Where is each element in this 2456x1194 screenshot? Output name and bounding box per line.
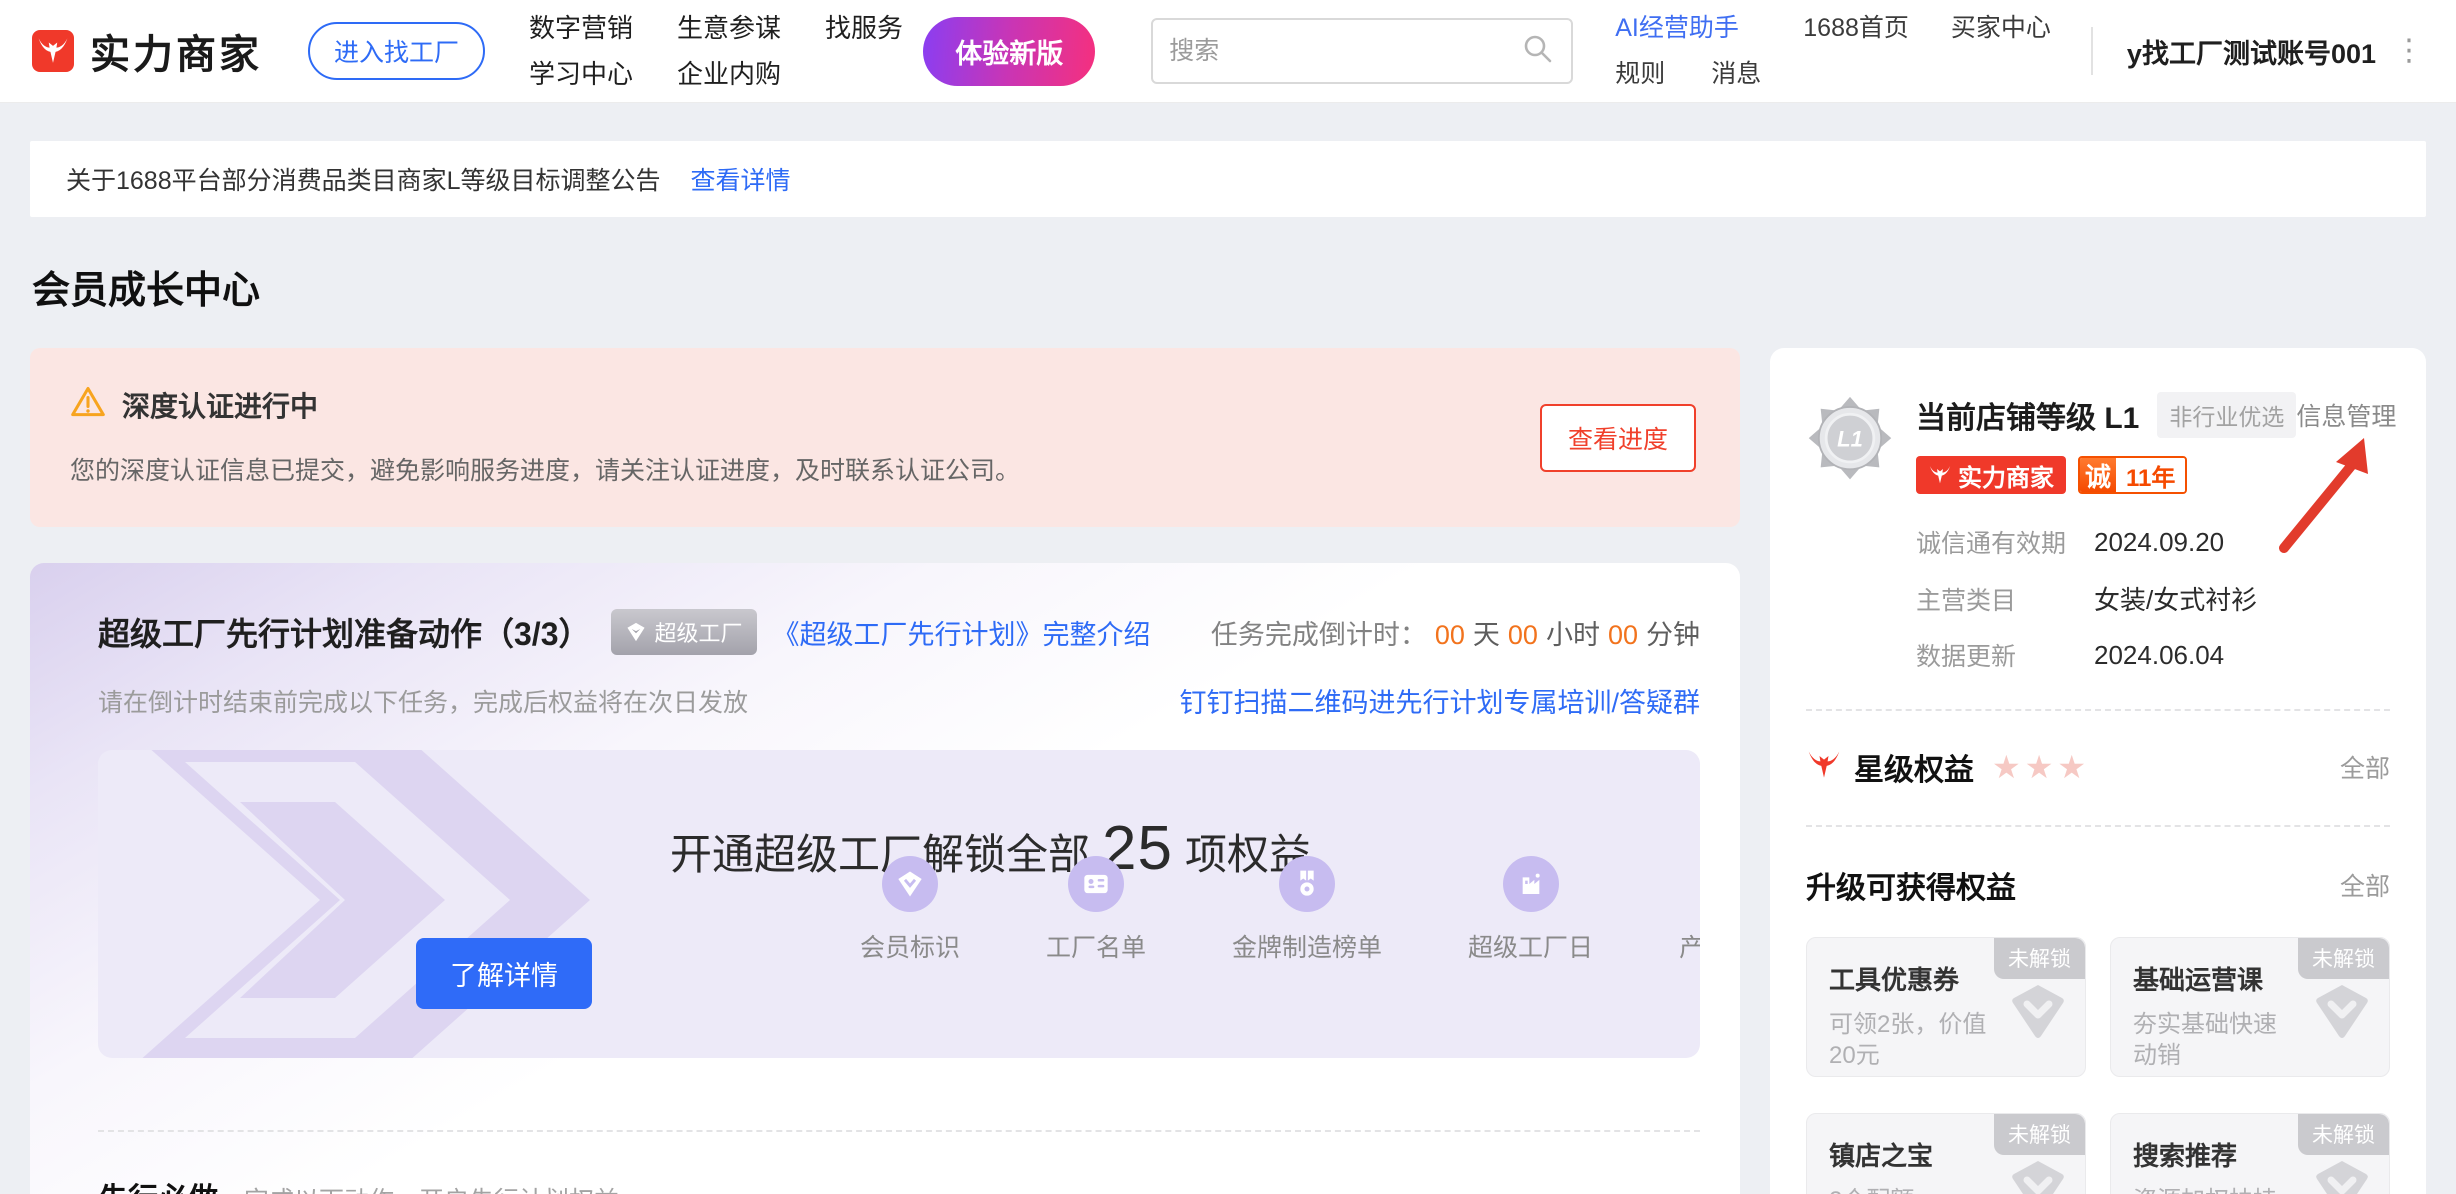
shop-level-panel: L1 当前店铺等级 L1 非行业优选 信息管理 实力商家 bbox=[1770, 348, 2426, 1194]
search-input[interactable] bbox=[1169, 37, 1521, 66]
countdown: 任务完成倒计时：00天00小时00分钟 bbox=[1211, 613, 1700, 652]
star-benefits-title: 星级权益 bbox=[1854, 745, 1974, 789]
sidebar-divider-2 bbox=[1806, 825, 2390, 827]
logo-title: 实力商家 bbox=[90, 22, 262, 80]
link-ai-assistant[interactable]: AI经营助手 bbox=[1615, 11, 1761, 45]
factory-day-icon bbox=[1503, 856, 1559, 912]
header-links: AI经营助手 规则 消息 1688首页 买家中心 bbox=[1615, 11, 2051, 91]
super-factory-badge-label: 超级工厂 bbox=[655, 616, 743, 648]
svg-text:L1: L1 bbox=[1837, 426, 1863, 451]
alert-body: 您的深度认证信息已提交，避免影响服务进度，请关注认证进度，及时联系认证公司。 bbox=[70, 451, 1700, 487]
factory-list-icon bbox=[1068, 856, 1124, 912]
nav-business-advisor[interactable]: 生意参谋 bbox=[677, 11, 781, 45]
link-rules[interactable]: 规则 bbox=[1615, 57, 1665, 91]
benefit-card-tool-coupon[interactable]: 未解锁 工具优惠券 可领2张，价值20元 bbox=[1806, 937, 2086, 1077]
benefit-icons-row: 会员标识 工厂名单 金牌制造榜单 bbox=[860, 856, 1700, 964]
super-factory-badge: 超级工厂 bbox=[611, 609, 757, 655]
annotation-arrow bbox=[2264, 430, 2384, 565]
view-progress-button[interactable]: 查看进度 bbox=[1540, 404, 1696, 472]
locked-shield-icon bbox=[2313, 982, 2371, 1045]
super-factory-watermark-icon bbox=[98, 750, 620, 1058]
unlock-benefits-banner: 开通超级工厂解锁全部25项权益 了解详情 会员标识 bbox=[98, 750, 1700, 1058]
more-menu-icon[interactable]: ⋮ bbox=[2394, 36, 2424, 66]
sidebar-divider bbox=[1806, 709, 2390, 711]
member-badge-icon bbox=[882, 856, 938, 912]
upgrade-benefits-title: 升级可获得权益 bbox=[1806, 863, 2016, 907]
info-row-category: 主营类目 女装/女式衬衫 bbox=[1916, 580, 2390, 617]
search-icon[interactable] bbox=[1521, 32, 1555, 71]
account-menu[interactable]: y找工厂测试账号001 ⋮ bbox=[2127, 32, 2424, 71]
nav-enterprise-purchase[interactable]: 企业内购 bbox=[677, 57, 781, 91]
dingtalk-qr-link[interactable]: 钉钉扫描二维码进先行计划专属培训/答疑群 bbox=[1179, 681, 1700, 720]
countdown-days: 00 bbox=[1435, 620, 1465, 650]
super-factory-plan-card: 超级工厂先行计划准备动作（3/3） 超级工厂 《超级工厂先行计划》完整介绍 任务… bbox=[30, 563, 1740, 1194]
link-buyer-center[interactable]: 买家中心 bbox=[1951, 11, 2051, 45]
locked-shield-icon bbox=[2313, 1158, 2371, 1194]
benefit-card-search-recommend[interactable]: 未解锁 搜索推荐 资源加权扶持机会 bbox=[2110, 1113, 2390, 1194]
countdown-minutes: 00 bbox=[1608, 620, 1638, 650]
locked-shield-icon bbox=[2009, 1158, 2067, 1194]
nav-digital-marketing[interactable]: 数字营销 bbox=[529, 11, 633, 45]
certification-alert: 深度认证进行中 您的深度认证信息已提交，避免影响服务进度，请关注认证进度，及时联… bbox=[30, 348, 1740, 527]
upgrade-benefit-cards: 未解锁 工具优惠券 可领2张，价值20元 未解锁 基础运营课 夯实基础快速动销 bbox=[1806, 937, 2390, 1194]
cheng-years: 11年 bbox=[2116, 458, 2185, 492]
account-name: y找工厂测试账号001 bbox=[2127, 32, 2376, 71]
plan-intro-link[interactable]: 《超级工厂先行计划》完整介绍 bbox=[773, 613, 1151, 652]
search-box[interactable] bbox=[1151, 18, 1573, 84]
section-divider bbox=[98, 1130, 1700, 1132]
enter-factory-button[interactable]: 进入找工厂 bbox=[308, 22, 485, 80]
nav-find-services[interactable]: 找服务 bbox=[825, 11, 903, 45]
must-do-desc: 完成以下动作，开启先行计划权益 bbox=[244, 1181, 619, 1194]
plan-title: 超级工厂先行计划准备动作（3/3） bbox=[98, 609, 591, 655]
locked-badge: 未解锁 bbox=[2298, 938, 2389, 979]
info-manage-link[interactable]: 信息管理 bbox=[2296, 397, 2396, 433]
bull-icon-red bbox=[1806, 747, 1842, 788]
info-row-data-update: 数据更新 2024.06.04 bbox=[1916, 637, 2390, 673]
benefit-factory-list: 工厂名单 bbox=[1046, 856, 1146, 964]
benefit-card-shop-treasure[interactable]: 未解锁 镇店之宝 2个配额 bbox=[1806, 1113, 2086, 1194]
header-nav: 数字营销 学习中心 生意参谋 企业内购 找服务 bbox=[529, 11, 903, 91]
top-header: 实力商家 进入找工厂 数字营销 学习中心 生意参谋 企业内购 找服务 体验新版 bbox=[0, 0, 2456, 103]
announcement-text: 关于1688平台部分消费品类目商家L等级目标调整公告 bbox=[66, 161, 661, 197]
bull-logo-icon bbox=[32, 30, 74, 72]
countdown-label: 任务完成倒计时： bbox=[1211, 620, 1427, 650]
benefit-card-basic-course[interactable]: 未解锁 基础运营课 夯实基础快速动销 bbox=[2110, 937, 2390, 1077]
benefit-origin-service: 产地服务 bbox=[1679, 856, 1700, 964]
locked-shield-icon bbox=[2009, 982, 2067, 1045]
shop-level-title: 当前店铺等级 L1 bbox=[1916, 393, 2139, 437]
locked-badge: 未解锁 bbox=[2298, 1114, 2389, 1155]
countdown-hours: 00 bbox=[1508, 620, 1538, 650]
must-do-title: 先行必做 bbox=[98, 1174, 218, 1194]
link-messages[interactable]: 消息 bbox=[1711, 57, 1761, 91]
nav-learning-center[interactable]: 学习中心 bbox=[529, 57, 633, 91]
star-benefits-row: 星级权益 ★★★ 全部 bbox=[1806, 745, 2390, 789]
chengxintong-badge: 诚 11年 bbox=[2078, 456, 2187, 494]
level-medal-icon: L1 bbox=[1806, 392, 1894, 491]
benefit-member-badge: 会员标识 bbox=[860, 856, 960, 964]
upgrade-benefits-all-link[interactable]: 全部 bbox=[2340, 867, 2390, 903]
page-title: 会员成长中心 bbox=[32, 259, 2456, 314]
try-new-version-button[interactable]: 体验新版 bbox=[923, 17, 1095, 86]
warning-icon bbox=[70, 384, 106, 425]
medal-icon bbox=[1279, 856, 1335, 912]
announcement-bar: 关于1688平台部分消费品类目商家L等级目标调整公告 查看详情 bbox=[30, 141, 2426, 217]
locked-badge: 未解锁 bbox=[1994, 938, 2085, 979]
learn-more-button[interactable]: 了解详情 bbox=[416, 938, 592, 1009]
benefit-super-factory-day: 超级工厂日 bbox=[1468, 856, 1593, 964]
benefit-gold-medal-list: 金牌制造榜单 bbox=[1232, 856, 1382, 964]
cheng-icon: 诚 bbox=[2080, 458, 2116, 492]
alert-title: 深度认证进行中 bbox=[122, 385, 318, 425]
locked-badge: 未解锁 bbox=[1994, 1114, 2085, 1155]
star-benefits-all-link[interactable]: 全部 bbox=[2340, 749, 2390, 785]
plan-subtitle: 请在倒计时结束前完成以下任务，完成后权益将在次日发放 bbox=[98, 683, 748, 719]
announcement-detail-link[interactable]: 查看详情 bbox=[691, 161, 791, 197]
link-1688-home[interactable]: 1688首页 bbox=[1803, 11, 1909, 45]
header-divider bbox=[2091, 27, 2093, 75]
app-logo[interactable]: 实力商家 bbox=[32, 22, 262, 80]
strength-merchant-badge: 实力商家 bbox=[1916, 456, 2066, 494]
star-rating: ★★★ bbox=[1992, 748, 2090, 786]
